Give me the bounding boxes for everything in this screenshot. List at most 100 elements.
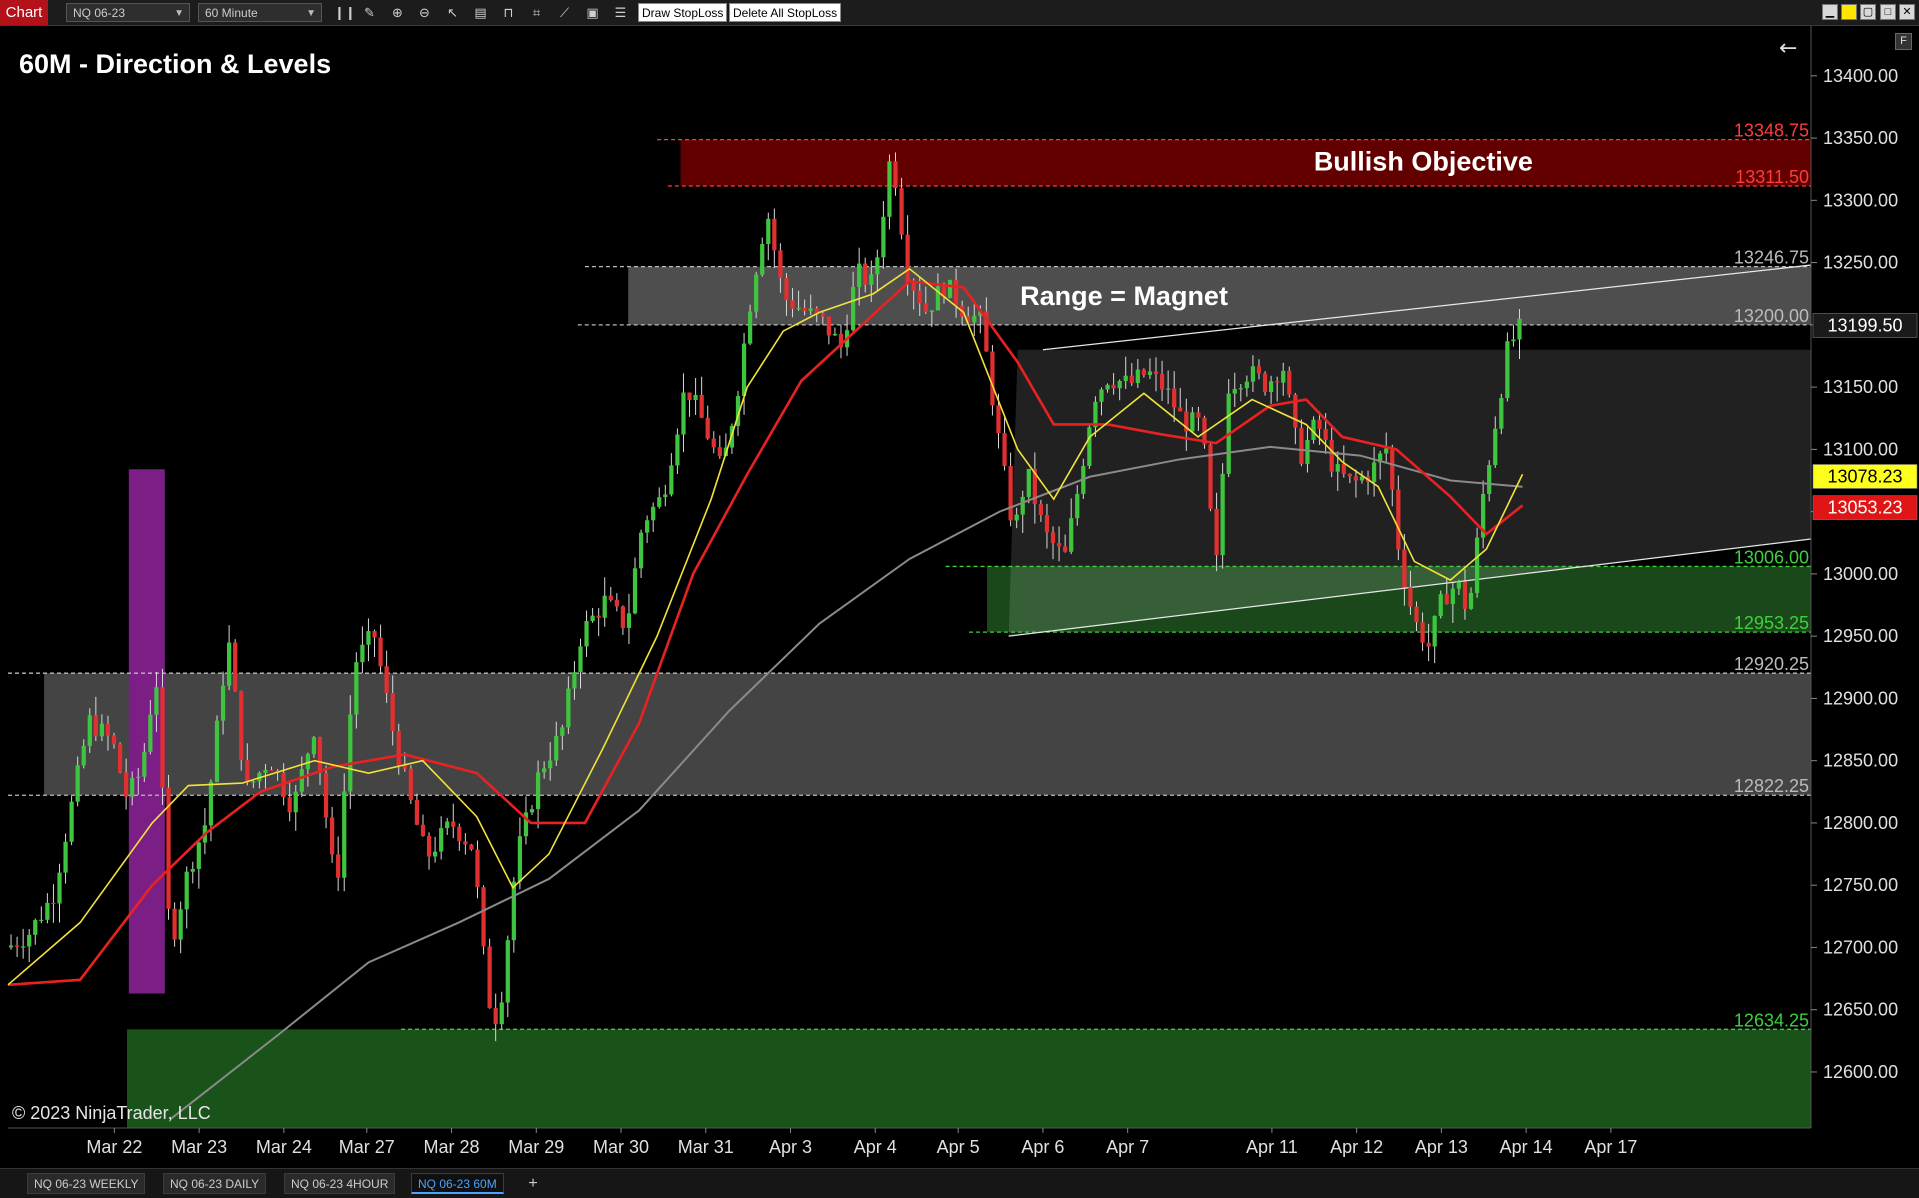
candle-body[interactable]	[1305, 439, 1310, 464]
candle-body[interactable]	[947, 280, 953, 298]
candle-body[interactable]	[99, 723, 105, 737]
candle-body[interactable]	[1250, 366, 1256, 382]
candle-body[interactable]	[1456, 581, 1462, 589]
candle-body[interactable]	[1402, 549, 1407, 588]
candle-body[interactable]	[760, 243, 765, 275]
candle-body[interactable]	[1063, 546, 1068, 552]
candle-body[interactable]	[620, 606, 626, 628]
delete-all-stoploss-button[interactable]: Delete All StopLoss	[729, 3, 842, 22]
candle-body[interactable]	[1147, 371, 1153, 376]
candle-body[interactable]	[766, 218, 771, 244]
candle-body[interactable]	[1299, 427, 1304, 464]
candle-body[interactable]	[511, 881, 516, 941]
candle-body[interactable]	[687, 392, 692, 401]
candle-body[interactable]	[469, 844, 474, 850]
draw-stoploss-button[interactable]: Draw StopLoss	[638, 3, 728, 22]
candle-body[interactable]	[1117, 380, 1122, 389]
bar-type-icon[interactable]: ❙❙	[334, 4, 356, 21]
maximize-icon[interactable]: □	[1880, 4, 1896, 20]
candle-body[interactable]	[499, 1002, 504, 1025]
candle-body[interactable]	[1329, 439, 1334, 472]
candle-body[interactable]	[1087, 427, 1092, 466]
zoom-in-icon[interactable]: ⊕	[389, 4, 406, 21]
candle-body[interactable]	[1390, 448, 1395, 490]
candle-body[interactable]	[850, 286, 856, 331]
candle-body[interactable]	[820, 313, 825, 317]
candle-body[interactable]	[57, 872, 62, 904]
candle-body[interactable]	[1493, 428, 1498, 466]
price-chart[interactable]: 13348.75 13311.50 13246.75 13200.00 13006.00…	[0, 26, 1919, 1168]
candle-body[interactable]	[772, 218, 777, 251]
candle-body[interactable]	[1244, 381, 1249, 389]
candle-body[interactable]	[75, 765, 80, 802]
candle-body[interactable]	[317, 737, 323, 774]
templates-icon[interactable]: ▣	[584, 4, 601, 21]
candle-body[interactable]	[426, 836, 432, 857]
candle-body[interactable]	[608, 595, 613, 601]
candle-body[interactable]	[1196, 412, 1201, 418]
candle-body[interactable]	[463, 841, 468, 845]
candle-body[interactable]	[1426, 642, 1431, 647]
candle-body[interactable]	[905, 234, 910, 284]
drawing-tools-icon[interactable]: ⟋	[556, 4, 573, 21]
candle-body[interactable]	[1408, 587, 1413, 607]
candle-body[interactable]	[869, 274, 874, 285]
candle-body[interactable]	[614, 600, 619, 607]
candle-body[interactable]	[529, 809, 535, 813]
candle-body[interactable]	[366, 631, 371, 645]
candle-body[interactable]	[475, 849, 480, 888]
candle-body[interactable]	[1214, 508, 1219, 556]
candle-body[interactable]	[1262, 373, 1268, 393]
candle-body[interactable]	[1462, 581, 1468, 609]
candle-body[interactable]	[832, 333, 838, 336]
candle-body[interactable]	[451, 821, 456, 827]
candle-body[interactable]	[1026, 468, 1031, 497]
candle-body[interactable]	[287, 797, 292, 813]
candle-body[interactable]	[45, 902, 50, 920]
candle-body[interactable]	[154, 687, 159, 715]
candle-body[interactable]	[1056, 543, 1062, 547]
candle-body[interactable]	[554, 735, 559, 761]
candle-body[interactable]	[1256, 366, 1262, 374]
candle-body[interactable]	[408, 768, 413, 800]
tab-60m[interactable]: NQ 06-23 60M	[411, 1173, 504, 1194]
candle-body[interactable]	[178, 909, 183, 940]
candle-body[interactable]	[323, 773, 329, 818]
candle-body[interactable]	[190, 868, 195, 872]
candle-body[interactable]	[432, 851, 438, 857]
candle-body[interactable]	[1438, 594, 1443, 617]
candle-body[interactable]	[263, 769, 268, 773]
candle-body[interactable]	[711, 438, 716, 448]
candle-body[interactable]	[1487, 465, 1492, 495]
candle-body[interactable]	[1038, 504, 1044, 516]
candle-body[interactable]	[1075, 493, 1080, 519]
candle-body[interactable]	[1141, 369, 1147, 376]
candle-body[interactable]	[1111, 384, 1116, 389]
candle-body[interactable]	[517, 836, 523, 882]
candle-body[interactable]	[651, 506, 656, 521]
candle-body[interactable]	[336, 854, 341, 878]
indicators-icon[interactable]: ⌗	[528, 4, 545, 21]
candle-body[interactable]	[251, 781, 256, 783]
candle-body[interactable]	[717, 447, 722, 457]
candle-body[interactable]	[445, 821, 450, 829]
candle-body[interactable]	[63, 841, 68, 873]
candle-body[interactable]	[148, 714, 153, 752]
instrument-selector[interactable]: NQ 06-23 ▼	[66, 3, 190, 22]
candle-body[interactable]	[196, 842, 201, 869]
candle-body[interactable]	[578, 646, 583, 673]
candle-body[interactable]	[584, 621, 589, 647]
candle-body[interactable]	[1323, 428, 1328, 440]
candle-body[interactable]	[269, 769, 274, 772]
candle-body[interactable]	[1517, 318, 1522, 340]
candle-body[interactable]	[1444, 594, 1449, 605]
candle-body[interactable]	[1105, 384, 1110, 390]
close-icon[interactable]: ✕	[1899, 4, 1915, 20]
candle-body[interactable]	[1335, 464, 1340, 472]
candle-body[interactable]	[93, 715, 98, 737]
candle-body[interactable]	[699, 394, 704, 418]
candle-body[interactable]	[1172, 388, 1177, 408]
candle-body[interactable]	[245, 760, 250, 783]
candle-body[interactable]	[911, 283, 916, 291]
candle-body[interactable]	[972, 315, 977, 323]
